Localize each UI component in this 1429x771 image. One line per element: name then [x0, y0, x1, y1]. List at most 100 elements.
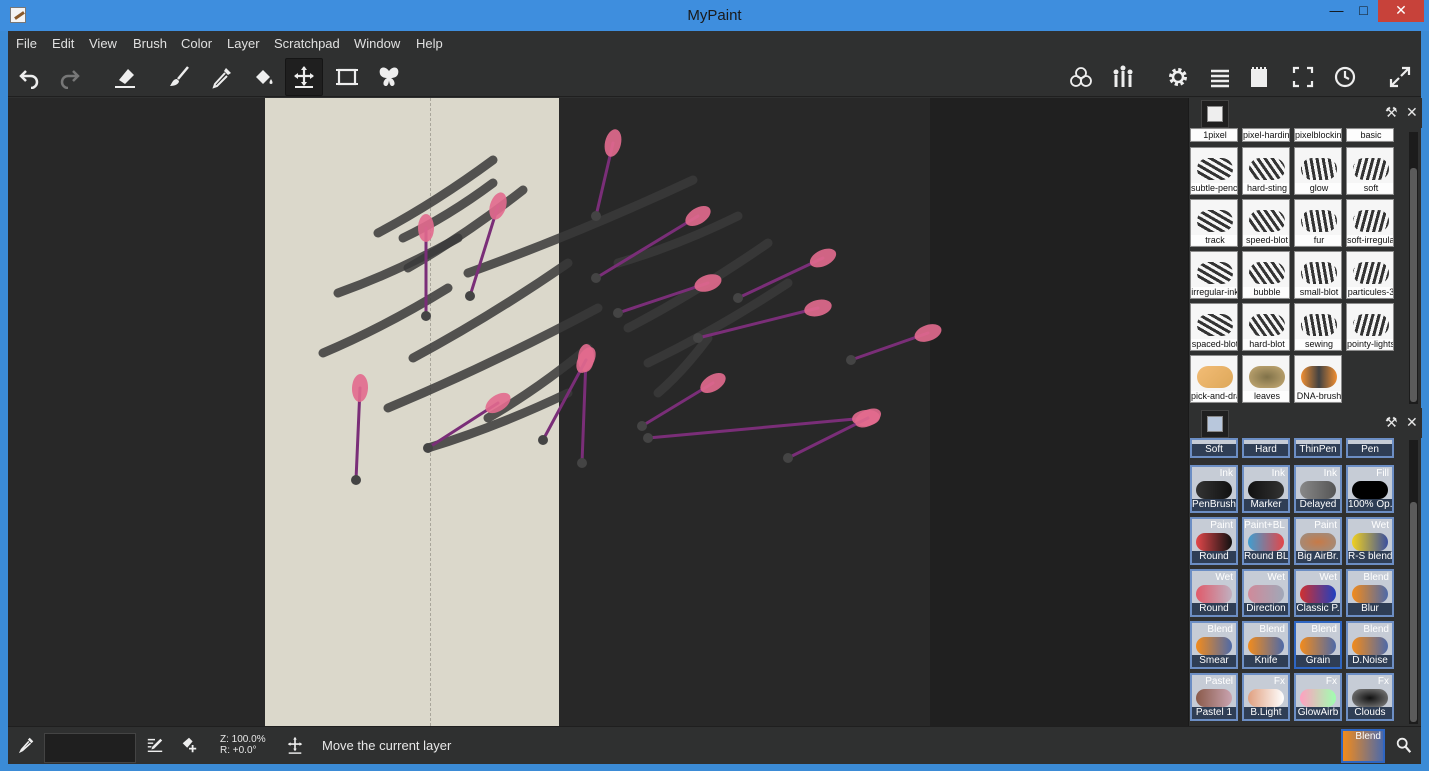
- brush-tile[interactable]: Pastel Pastel 1: [1190, 673, 1238, 721]
- brush-tile[interactable]: fur: [1294, 199, 1342, 247]
- scrollbar-thumb-top[interactable]: [1410, 168, 1417, 402]
- current-color-swatch[interactable]: [44, 733, 136, 763]
- brush-tile[interactable]: soft: [1346, 147, 1394, 195]
- brush-tile[interactable]: particules-3: [1346, 251, 1394, 299]
- menu-window[interactable]: Window: [354, 36, 400, 51]
- edit-brush-icon[interactable]: [146, 736, 166, 756]
- group-close-icon[interactable]: ✕: [1406, 104, 1418, 121]
- stroke-end-dot: [423, 443, 433, 453]
- move-layer-button[interactable]: [285, 58, 323, 96]
- scrollbar-thumb-bottom[interactable]: [1410, 502, 1417, 722]
- expand-button[interactable]: [1381, 58, 1419, 96]
- brush-tile[interactable]: Fx B.Light: [1242, 673, 1290, 721]
- brush-set-button[interactable]: [1104, 58, 1142, 96]
- menu-view[interactable]: View: [89, 36, 117, 51]
- brush-tile[interactable]: Paint Big AirBr.: [1294, 517, 1342, 565]
- settings-button[interactable]: [1159, 58, 1197, 96]
- brush-tile[interactable]: Blend D.Noise: [1346, 621, 1394, 669]
- group-settings-icon-2[interactable]: ⚒: [1385, 414, 1398, 431]
- brush-tile[interactable]: 1pixel: [1190, 128, 1238, 142]
- brush-tile[interactable]: Pen: [1346, 438, 1394, 458]
- eraser-button[interactable]: [106, 58, 144, 96]
- color-picker-button[interactable]: [203, 58, 241, 96]
- brush-tile[interactable]: bubble: [1242, 251, 1290, 299]
- brush-tile[interactable]: Fill 100% Op.: [1346, 465, 1394, 513]
- brush-options-icon[interactable]: [1395, 736, 1415, 756]
- symmetry-button[interactable]: [370, 58, 408, 96]
- brush-button[interactable]: [160, 58, 198, 96]
- scrollbar-top[interactable]: [1409, 132, 1418, 404]
- group-settings-icon[interactable]: ⚒: [1385, 104, 1398, 121]
- brush-tile[interactable]: Blend Grain: [1294, 621, 1342, 669]
- brush-tile[interactable]: pick-and-drag: [1190, 355, 1238, 403]
- brush-category-badge: Paint+BL: [1244, 520, 1285, 531]
- brush-group-tab[interactable]: [1201, 100, 1229, 128]
- brush-tile[interactable]: Blend Knife: [1242, 621, 1290, 669]
- brush-tile-label: pointy-lightstrokes: [1347, 339, 1393, 349]
- layers-button[interactable]: [1201, 58, 1239, 96]
- brush-tile[interactable]: Blend Smear: [1190, 621, 1238, 669]
- menu-color[interactable]: Color: [181, 36, 212, 51]
- brush-tile[interactable]: glow: [1294, 147, 1342, 195]
- brush-tile[interactable]: soft-irregular: [1346, 199, 1394, 247]
- close-button[interactable]: ✕: [1378, 0, 1424, 22]
- redo-button[interactable]: [51, 58, 89, 96]
- brush-tile[interactable]: Blend Blur: [1346, 569, 1394, 617]
- color-picker-status-icon[interactable]: [18, 736, 38, 756]
- brush-tile[interactable]: spaced-blot: [1190, 303, 1238, 351]
- brush-tile[interactable]: pixel-hardink: [1242, 128, 1290, 142]
- brush-category-badge: Fx: [1325, 676, 1337, 687]
- fullscreen-button[interactable]: [1284, 58, 1322, 96]
- brush-tile[interactable]: Hard: [1242, 438, 1290, 458]
- drawing-canvas[interactable]: [8, 98, 1188, 726]
- brush-tile[interactable]: leaves: [1242, 355, 1290, 403]
- brush-tile[interactable]: track: [1190, 199, 1238, 247]
- scratchpad-button[interactable]: [1240, 58, 1278, 96]
- menu-brush[interactable]: Brush: [133, 36, 167, 51]
- brush-tile[interactable]: hard-blot: [1242, 303, 1290, 351]
- brush-tile-label: basic: [1347, 130, 1393, 140]
- menu-scratchpad[interactable]: Scratchpad: [274, 36, 340, 51]
- menu-layer[interactable]: Layer: [227, 36, 260, 51]
- brush-tile[interactable]: Ink PenBrush: [1190, 465, 1238, 513]
- brush-tile[interactable]: subtle-pencil: [1190, 147, 1238, 195]
- brush-tile[interactable]: pixelblocking: [1294, 128, 1342, 142]
- brush-tile[interactable]: small-blot: [1294, 251, 1342, 299]
- brush-tile[interactable]: speed-blot: [1242, 199, 1290, 247]
- history-button[interactable]: [1326, 58, 1364, 96]
- scrollbar-bottom[interactable]: [1409, 440, 1418, 724]
- brush-tile[interactable]: Wet Round: [1190, 569, 1238, 617]
- brush-tile[interactable]: irregular-ink: [1190, 251, 1238, 299]
- brush-tile[interactable]: Wet Classic P.: [1294, 569, 1342, 617]
- brush-tile[interactable]: Ink Marker: [1242, 465, 1290, 513]
- minimize-button[interactable]: —: [1322, 0, 1351, 22]
- frame-button[interactable]: [328, 58, 366, 96]
- add-brush-icon[interactable]: [180, 736, 200, 756]
- brush-tile[interactable]: Wet Direction: [1242, 569, 1290, 617]
- maximize-button[interactable]: □: [1349, 0, 1378, 22]
- brush-tile[interactable]: sewing: [1294, 303, 1342, 351]
- group-close-icon-2[interactable]: ✕: [1406, 414, 1418, 431]
- menu-file[interactable]: File: [16, 36, 37, 51]
- menu-edit[interactable]: Edit: [52, 36, 74, 51]
- undo-button[interactable]: [10, 58, 48, 96]
- brush-tile[interactable]: hard-sting: [1242, 147, 1290, 195]
- brush-tile[interactable]: DNA-brush: [1294, 355, 1342, 403]
- brush-preview-stroke: [1352, 481, 1388, 499]
- color-wheel-button[interactable]: [1062, 58, 1100, 96]
- brush-tile[interactable]: Paint Round: [1190, 517, 1238, 565]
- brush-tile[interactable]: ThinPen: [1294, 438, 1342, 458]
- brush-tile[interactable]: Soft: [1190, 438, 1238, 458]
- brush-tile[interactable]: basic: [1346, 128, 1394, 142]
- fill-icon: [256, 70, 273, 84]
- fill-button[interactable]: [244, 58, 282, 96]
- brush-tile[interactable]: Ink Delayed: [1294, 465, 1342, 513]
- brush-tile[interactable]: Paint+BL Round BL: [1242, 517, 1290, 565]
- current-brush-preview[interactable]: Blend: [1341, 729, 1385, 763]
- brush-tile[interactable]: Wet R-S blend: [1346, 517, 1394, 565]
- brush-tile[interactable]: Fx GlowAirb: [1294, 673, 1342, 721]
- brush-tile[interactable]: Fx Clouds: [1346, 673, 1394, 721]
- brush-group-tab-2[interactable]: [1201, 410, 1229, 438]
- brush-tile[interactable]: pointy-lightstrokes: [1346, 303, 1394, 351]
- menu-help[interactable]: Help: [416, 36, 443, 51]
